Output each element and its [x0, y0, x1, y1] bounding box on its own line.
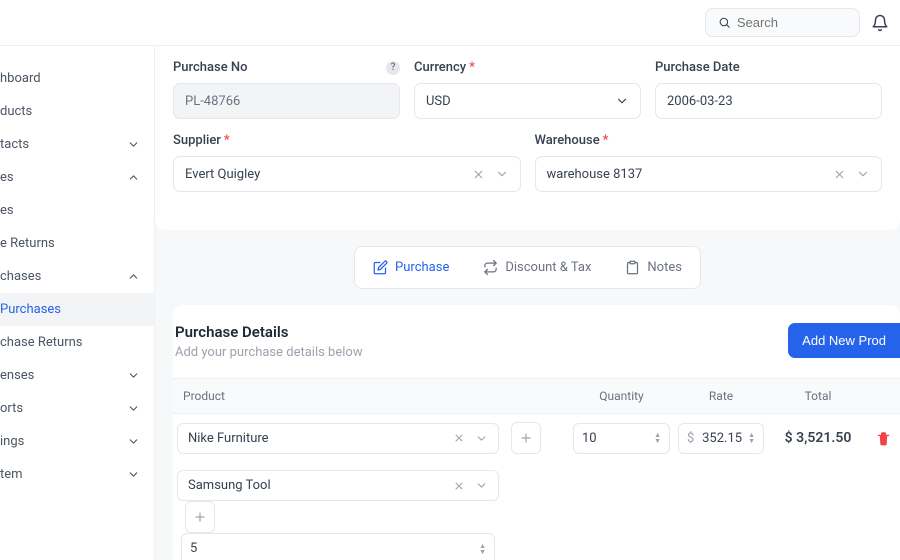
- close-icon[interactable]: [833, 168, 846, 181]
- table-row: Nike Furniture 10▲▼ $352.15▲▼ $ 3,521.50: [173, 414, 900, 462]
- row-total: $ 3,521.50: [768, 430, 868, 446]
- add-product-button[interactable]: Add New Prod: [788, 323, 900, 358]
- sidebar-item-reports[interactable]: orts: [0, 392, 154, 425]
- purchase-no-label: Purchase No?: [173, 60, 400, 75]
- search-input-wrap[interactable]: [705, 8, 860, 37]
- sidebar-item-purchases-parent[interactable]: chases: [0, 260, 154, 293]
- rate-input[interactable]: $352.15▲▼: [678, 423, 764, 454]
- purchase-no-input: PL-48766: [173, 83, 400, 119]
- tab-discount-tax[interactable]: Discount & Tax: [469, 251, 605, 284]
- plus-icon: [519, 431, 533, 445]
- stepper-icon[interactable]: ▲▼: [748, 432, 755, 444]
- details-subtitle: Add your purchase details below: [175, 345, 363, 360]
- sidebar-item-returns[interactable]: e Returns: [0, 227, 154, 260]
- col-rate: Rate: [674, 389, 768, 403]
- trash-icon: [876, 431, 891, 446]
- tabs: Purchase Discount & Tax Notes: [354, 246, 701, 289]
- chevron-down-icon: [495, 167, 509, 181]
- main-content: Purchase No? PL-48766 Currency* USD Purc…: [155, 46, 900, 560]
- form-card: Purchase No? PL-48766 Currency* USD Purc…: [155, 46, 900, 230]
- warehouse-combo[interactable]: warehouse 8137: [535, 156, 883, 192]
- currency-label: Currency*: [414, 60, 641, 75]
- chevron-down-icon: [126, 468, 140, 482]
- tab-notes[interactable]: Notes: [611, 251, 696, 284]
- col-total: Total: [768, 389, 868, 403]
- col-product: Product: [173, 389, 503, 403]
- purchase-date-label: Purchase Date: [655, 60, 882, 75]
- delete-row-button[interactable]: [868, 431, 898, 446]
- chevron-down-icon: [475, 432, 488, 445]
- search-input[interactable]: [737, 15, 847, 30]
- currency-select[interactable]: USD: [414, 83, 641, 119]
- col-quantity: Quantity: [569, 389, 674, 403]
- chevron-down-icon: [126, 369, 140, 383]
- add-variant-button[interactable]: [185, 501, 215, 533]
- sidebar-item-contacts[interactable]: tacts: [0, 128, 154, 161]
- quantity-stepper[interactable]: 5▲▼: [181, 533, 495, 560]
- purchase-date-input[interactable]: 2006-03-23: [655, 83, 882, 119]
- stepper-icon[interactable]: ▲▼: [479, 543, 486, 555]
- sidebar-item-dashboard[interactable]: hboard: [0, 62, 154, 95]
- sidebar-item-purchase-returns[interactable]: chase Returns: [0, 326, 154, 359]
- chevron-down-icon: [126, 138, 140, 152]
- notifications-button[interactable]: [870, 13, 890, 33]
- sidebar-item-products[interactable]: ducts: [0, 95, 154, 128]
- add-variant-button[interactable]: [511, 422, 541, 454]
- supplier-combo[interactable]: Evert Quigley: [173, 156, 521, 192]
- help-icon[interactable]: ?: [386, 61, 400, 75]
- edit-icon: [373, 260, 388, 275]
- details-card: Purchase Details Add your purchase detai…: [173, 305, 900, 560]
- tab-purchase[interactable]: Purchase: [359, 251, 463, 284]
- chevron-up-icon: [126, 270, 140, 284]
- chevron-down-icon: [126, 402, 140, 416]
- chevron-down-icon: [856, 167, 870, 181]
- plus-icon: [193, 510, 207, 524]
- chevron-down-icon: [126, 435, 140, 449]
- supplier-label: Supplier*: [173, 133, 521, 148]
- sidebar-item-purchases[interactable]: Purchases: [0, 293, 154, 326]
- sidebar: hboard ducts tacts es es e Returns chase…: [0, 46, 155, 560]
- quantity-stepper[interactable]: 10▲▼: [573, 423, 670, 454]
- close-icon[interactable]: [472, 168, 485, 181]
- close-icon[interactable]: [453, 480, 465, 492]
- sidebar-item-expenses[interactable]: enses: [0, 359, 154, 392]
- sidebar-item-settings[interactable]: ings: [0, 425, 154, 458]
- warehouse-label: Warehouse*: [535, 133, 883, 148]
- chevron-down-icon: [475, 479, 488, 492]
- products-table: Product Quantity Rate Total Nike Furnitu…: [173, 378, 900, 560]
- clipboard-icon: [625, 260, 640, 275]
- product-select[interactable]: Nike Furniture: [177, 423, 499, 454]
- chevron-up-icon: [126, 171, 140, 185]
- sidebar-item-es2[interactable]: es: [0, 194, 154, 227]
- sidebar-item-es1[interactable]: es: [0, 161, 154, 194]
- stepper-icon[interactable]: ▲▼: [654, 432, 661, 444]
- sidebar-item-system[interactable]: tem: [0, 458, 154, 491]
- swap-icon: [483, 260, 498, 275]
- close-icon[interactable]: [453, 432, 465, 444]
- details-title: Purchase Details: [175, 323, 363, 341]
- table-row: Samsung Tool 5▲▼ $345.65▲▼ $ 1,728.25: [173, 462, 900, 560]
- chevron-down-icon: [615, 94, 629, 108]
- search-icon: [718, 15, 731, 30]
- product-select[interactable]: Samsung Tool: [177, 470, 499, 501]
- bell-icon: [871, 14, 889, 32]
